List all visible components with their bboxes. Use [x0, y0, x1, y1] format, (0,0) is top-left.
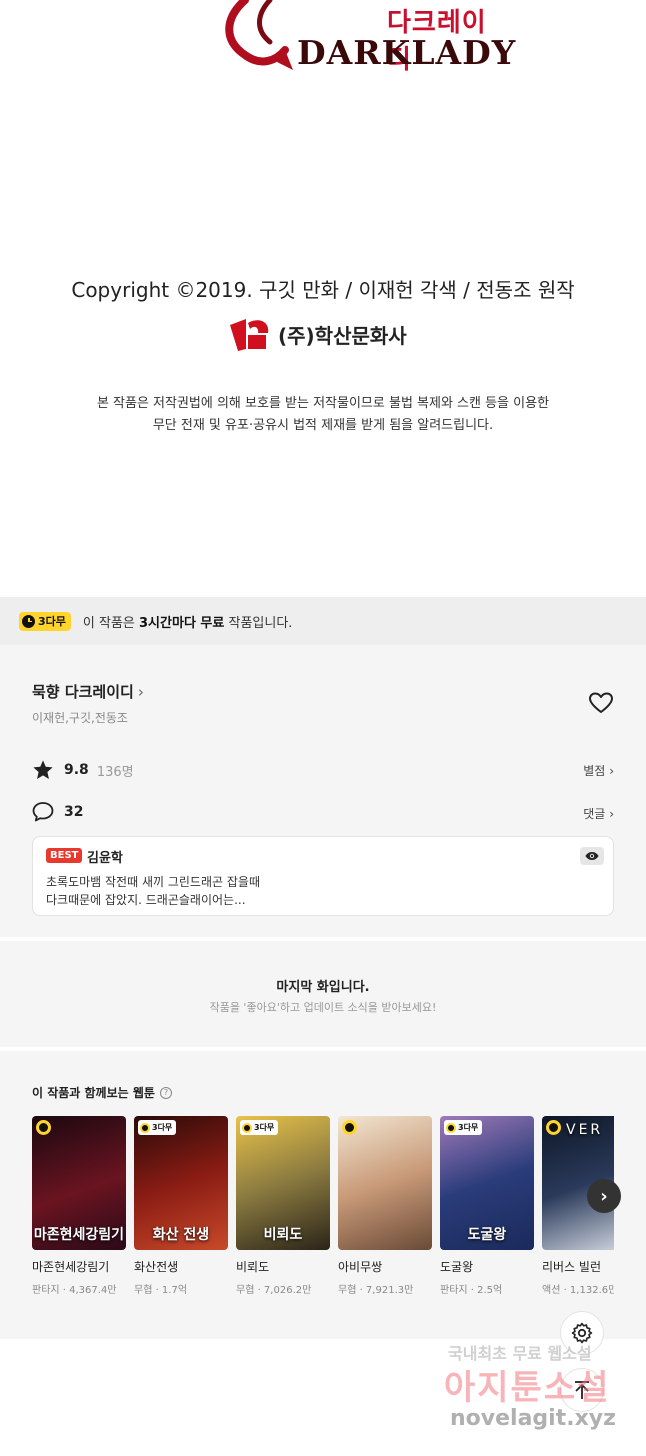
- card-meta: 무협 · 1.7억: [134, 1285, 188, 1296]
- card-meta: 판타지 · 4,367.4만: [32, 1285, 117, 1296]
- recommend-card[interactable]: 마존현세강림기 마존현세강림기 판타지 · 4,367.4만: [32, 1116, 126, 1296]
- rating-value: 9.8: [64, 762, 89, 778]
- work-title-link[interactable]: 묵향 다크레이디 ›: [32, 681, 144, 702]
- card-thumbnail: [338, 1116, 432, 1250]
- notice-line: 무단 전재 및 유포·공유시 법적 제재를 받게 됨을 알려드립니다.: [152, 418, 494, 433]
- notice-line: 본 작품은 저작권법에 의해 보호를 받는 저작물이므로 불법 복제와 스캔 등…: [96, 396, 550, 411]
- card-title: 리버스 빌런: [542, 1260, 602, 1274]
- comment-count: 32: [64, 803, 84, 820]
- free-every-3h-banner: 3다무 이 작품은 3시간마다 무료 작품입니다.: [0, 597, 646, 645]
- best-comment-line: 초록도마뱀 작전때 새끼 그린드래곤 잡을때: [46, 875, 260, 889]
- badge-label: 3다무: [152, 1123, 173, 1132]
- card-meta: 무협 · 7,026.2만: [236, 1285, 312, 1296]
- last-episode-section: 마지막 화입니다. 작품을 '좋아요'하고 업데이트 소식을 받아보세요!: [0, 941, 646, 1047]
- publisher-mark-icon: [230, 319, 269, 351]
- logo-english-text: DARKLADY: [297, 33, 517, 72]
- 3damu-badge: 3다무: [240, 1120, 279, 1135]
- rating-link-label: 별점: [583, 764, 606, 778]
- best-comment-card[interactable]: BEST 김윤학 초록도마뱀 작전때 새끼 그린드래곤 잡을때 다크때문에 잡았…: [32, 836, 614, 916]
- free-text-prefix: 이 작품은: [82, 615, 140, 631]
- clock-icon: [446, 1122, 456, 1133]
- free-banner-text: 이 작품은 3시간마다 무료 작품입니다.: [83, 612, 293, 631]
- best-comment-line: 다크때문에 잡았지. 드래곤슬래이어는...: [46, 893, 246, 907]
- free-text-suffix: 작품입니다.: [224, 615, 293, 631]
- card-meta: 판타지 · 2.5억: [440, 1285, 503, 1296]
- publisher-name: (주)학산문화사: [278, 324, 407, 348]
- badge-label: 3다무: [38, 615, 66, 628]
- copyright-notice: 본 작품은 저작권법에 의해 보호를 받는 저작물이므로 불법 복제와 스캔 등…: [0, 393, 646, 437]
- card-thumbnail: 3다무 도굴왕: [440, 1116, 534, 1250]
- copyright-text: Copyright ©2019. 구깃 만화 / 이재헌 각색 / 전동조 원작: [71, 278, 575, 302]
- clock-icon: [36, 1120, 51, 1135]
- badge-label: 3다무: [254, 1123, 275, 1132]
- spoiler-toggle-button[interactable]: [580, 847, 604, 865]
- comment-link[interactable]: 댓글 ›: [583, 805, 614, 822]
- clock-icon: [342, 1120, 357, 1135]
- last-episode-title: 마지막 화입니다.: [276, 980, 370, 995]
- work-info-section: 묵향 다크레이디 › 이재헌,구깃,전동조 9.8 136명 별점 › 32 댓…: [0, 645, 646, 937]
- card-cover-title: 화산 전생: [152, 1227, 210, 1243]
- episode-end-area: 다크레이디 DARKLADY Copyright ©2019. 구깃 만화 / …: [0, 0, 646, 597]
- clock-icon: [242, 1122, 252, 1133]
- card-cover-title: 도굴왕: [467, 1227, 507, 1243]
- badge-label: 3다무: [458, 1123, 479, 1132]
- clock-icon: [22, 614, 35, 628]
- card-title: 비뢰도: [236, 1260, 270, 1274]
- settings-icon: [571, 1322, 593, 1344]
- best-comment-text: 초록도마뱀 작전때 새끼 그린드래곤 잡을때 다크때문에 잡았지. 드래곤슬래이…: [46, 873, 260, 909]
- card-meta: 무협 · 7,921.3만: [338, 1285, 414, 1296]
- 3damu-badge: 3다무: [19, 611, 71, 631]
- recommend-heading: 이 작품과 함께보는 웹툰 ?: [32, 1084, 172, 1101]
- recommend-card[interactable]: 3다무 화산 전생 화산전생 무협 · 1.7억: [134, 1116, 228, 1296]
- chevron-right-icon: ›: [609, 764, 614, 778]
- card-thumbnail: 마존현세강림기: [32, 1116, 126, 1250]
- rating-link[interactable]: 별점 ›: [583, 762, 614, 779]
- card-title: 마존현세강림기: [32, 1260, 110, 1274]
- carousel-next-button[interactable]: ›: [587, 1179, 621, 1213]
- card-cover-title: VER: [566, 1122, 604, 1138]
- card-cover-title: 비뢰도: [263, 1227, 303, 1243]
- best-comment-user: 김윤학: [87, 851, 123, 866]
- card-thumbnail: 3다무 화산 전생: [134, 1116, 228, 1250]
- settings-button[interactable]: [560, 1311, 604, 1355]
- card-thumbnail: 3다무 비뢰도: [236, 1116, 330, 1250]
- darklady-logo: 다크레이디 DARKLADY: [215, 0, 515, 75]
- free-text-bold: 3시간마다 무료: [139, 615, 225, 631]
- 3damu-badge: 3다무: [138, 1120, 177, 1135]
- heart-icon[interactable]: [588, 691, 614, 715]
- question-icon[interactable]: ?: [159, 1086, 172, 1099]
- recommend-card[interactable]: 아비무쌍 무협 · 7,921.3만: [338, 1116, 432, 1296]
- publisher-logo: (주)학산문화사: [228, 315, 428, 355]
- recommend-carousel: 마존현세강림기 마존현세강림기 판타지 · 4,367.4만 3다무 화산 전생…: [32, 1116, 614, 1306]
- arrow-up-icon: [575, 1381, 589, 1399]
- comment-row: 32: [32, 801, 83, 822]
- best-tag: BEST: [46, 848, 83, 863]
- card-meta: 액션 · 1,132.6만: [542, 1285, 614, 1296]
- work-authors: 이재헌,구깃,전동조: [32, 711, 128, 725]
- rating-count: 136명: [96, 764, 134, 780]
- comment-icon: [32, 802, 54, 822]
- chevron-right-icon: ›: [137, 682, 144, 701]
- site-watermark: 국내최초 무료 웹소설 아지툰소설 novelagit.xyz: [440, 1340, 640, 1440]
- star-icon: [33, 760, 53, 779]
- recommend-card[interactable]: 3다무 도굴왕 도굴왕 판타지 · 2.5억: [440, 1116, 534, 1296]
- chevron-right-icon: ›: [600, 1185, 608, 1207]
- card-title: 도굴왕: [440, 1260, 474, 1274]
- work-title: 묵향 다크레이디: [32, 683, 134, 701]
- last-episode-subtitle: 작품을 '좋아요'하고 업데이트 소식을 받아보세요!: [209, 1001, 437, 1014]
- scroll-top-button[interactable]: [560, 1368, 604, 1412]
- rating-row: 9.8 136명: [32, 759, 134, 781]
- card-title: 화산전생: [134, 1260, 179, 1274]
- clock-icon: [140, 1122, 150, 1133]
- recommend-card[interactable]: 3다무 비뢰도 비뢰도 무협 · 7,026.2만: [236, 1116, 330, 1296]
- 3damu-badge: 3다무: [444, 1120, 483, 1135]
- chevron-right-icon: ›: [609, 807, 614, 821]
- recommend-section: 이 작품과 함께보는 웹툰 ? 마존현세강림기 마존현세강림기 판타지 · 4,…: [0, 1051, 646, 1339]
- recommend-heading-text: 이 작품과 함께보는 웹툰: [32, 1086, 155, 1100]
- card-cover-title: 마존현세강림기: [33, 1227, 125, 1243]
- eye-icon: [585, 852, 599, 860]
- comment-link-label: 댓글: [583, 807, 606, 821]
- card-title: 아비무쌍: [338, 1260, 383, 1274]
